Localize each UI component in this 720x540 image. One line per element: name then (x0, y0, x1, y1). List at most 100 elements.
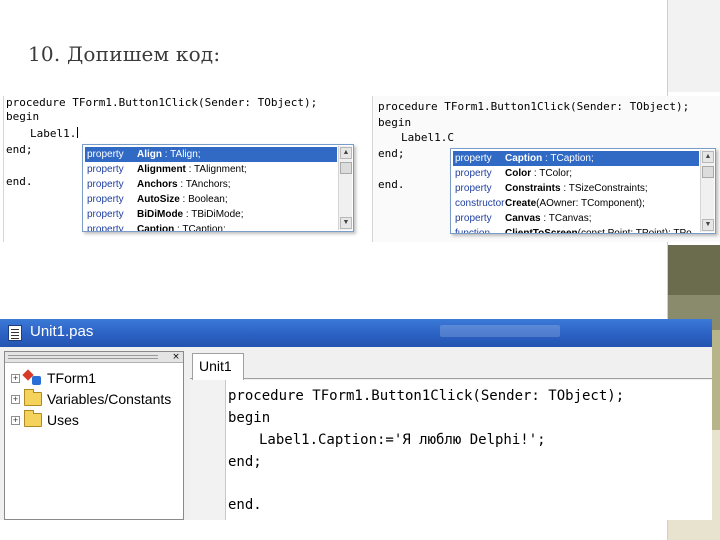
completion-kind: property (87, 149, 124, 160)
completion-item[interactable]: property Caption : TCaption; (85, 222, 337, 232)
grip-icon[interactable] (8, 355, 158, 356)
completion-type: : TAlignment; (185, 164, 247, 175)
text-caret (77, 127, 79, 138)
tree-item-label: Variables/Constants (47, 391, 172, 407)
completion-item[interactable]: property AutoSize : Boolean; (85, 192, 337, 207)
editor-tab-bar: Unit1 (190, 351, 712, 380)
completion-item[interactable]: property Caption : TCaption; (453, 151, 699, 166)
code-line: end. (6, 175, 33, 188)
popup-scrollbar[interactable]: ▲ ▼ (338, 146, 352, 230)
completion-name: Caption (505, 153, 543, 164)
completion-kind: property (455, 213, 492, 224)
completion-kind: property (87, 209, 124, 220)
completion-type: : TBiDiMode; (183, 209, 244, 220)
completion-kind: property (455, 153, 492, 164)
completion-kind: property (455, 183, 492, 194)
completion-item[interactable]: constructorCreate(AOwner: TComponent); (453, 196, 699, 211)
window-titlebar[interactable]: Unit1.pas (0, 319, 712, 347)
tree-item-label: TForm1 (47, 370, 96, 386)
scroll-thumb[interactable] (702, 166, 714, 178)
completion-type: : TColor; (531, 168, 573, 179)
code-line-current[interactable]: Label1. (30, 127, 79, 140)
completion-name: Alignment (137, 164, 186, 175)
scroll-up-arrow-icon[interactable]: ▲ (702, 151, 714, 163)
code-line-current[interactable]: Label1.C (401, 131, 454, 144)
editor-line: procedure TForm1.Button1Click(Sender: TO… (228, 388, 625, 404)
folder-icon (24, 410, 42, 427)
editor-line: end; (228, 454, 262, 470)
completion-item[interactable]: property Color : TColor; (453, 166, 699, 181)
code-line-text: Label1. (30, 127, 77, 140)
code-editor[interactable]: procedure TForm1.Button1Click(Sender: TO… (190, 380, 712, 520)
completion-item[interactable]: property Alignment : TAlignment; (85, 162, 337, 177)
completion-type: : TCanvas; (540, 213, 592, 224)
code-explorer-panel: × + TForm1 + Variables/Constants + Uses (4, 351, 184, 520)
scroll-thumb[interactable] (340, 162, 352, 174)
expand-icon[interactable]: + (11, 374, 20, 383)
expand-icon[interactable]: + (11, 395, 20, 404)
completion-name: Align (137, 149, 162, 160)
code-line: begin (378, 116, 412, 129)
completion-item[interactable]: property Anchors : TAnchors; (85, 177, 337, 192)
completion-name: Caption (137, 224, 175, 232)
completion-name: Color (505, 168, 532, 179)
completion-kind: property (87, 164, 124, 175)
completion-name: BiDiMode (137, 209, 184, 220)
completion-type: : TCaption; (542, 153, 594, 164)
completion-kind: function (455, 228, 491, 234)
expand-icon[interactable]: + (11, 416, 20, 425)
completion-name: Canvas (505, 213, 541, 224)
completion-type: : TCaption; (174, 224, 226, 232)
completion-type: : TAlign; (162, 149, 201, 160)
completion-item[interactable]: property BiDiMode : TBiDiMode; (85, 207, 337, 222)
completion-item[interactable]: property Canvas : TCanvas; (453, 211, 699, 226)
code-line: begin (6, 110, 40, 123)
completion-kind: property (87, 224, 124, 232)
close-icon[interactable]: × (171, 352, 181, 362)
editor-line: end. (228, 497, 262, 513)
ide-window: Unit1.pas × + TForm1 + Variables/Constants… (0, 319, 712, 520)
completion-type: (AOwner: TComponent); (536, 198, 645, 209)
completion-type: : Boolean; (179, 194, 228, 205)
editor-line: begin (228, 410, 271, 426)
completion-item[interactable]: property Align : TAlign; (85, 147, 337, 162)
tree-item-tform1[interactable]: + TForm1 (11, 370, 96, 390)
completion-type: : TAnchors; (177, 179, 231, 190)
completion-name: Create (505, 198, 537, 209)
completion-name: Anchors (137, 179, 178, 190)
completion-type: : TSizeConstraints; (560, 183, 648, 194)
code-line: end; (378, 147, 405, 160)
completion-item[interactable]: property Constraints : TSizeConstraints; (453, 181, 699, 196)
tree-item-label: Uses (47, 412, 79, 428)
completion-item[interactable]: function ClientToScreen(const Point: TPoi… (453, 226, 699, 234)
tree-item-uses[interactable]: + Uses (11, 410, 79, 432)
tab-unit1[interactable]: Unit1 (192, 353, 244, 380)
titlebar-blurred-text (440, 325, 560, 337)
scroll-down-arrow-icon[interactable]: ▼ (340, 217, 352, 229)
tree-item-variables[interactable]: + Variables/Constants (11, 389, 172, 411)
slide-title: 10. Допишем код: (28, 42, 221, 66)
completion-kind: property (87, 179, 124, 190)
scroll-up-arrow-icon[interactable]: ▲ (340, 147, 352, 159)
code-line: end. (378, 178, 405, 191)
folder-icon (24, 389, 42, 406)
completion-kind: property (87, 194, 124, 205)
class-icon (24, 371, 42, 385)
panel-header[interactable]: × (5, 352, 183, 363)
editor-line: Label1.Caption:='Я люблю Delphi!'; (259, 432, 546, 448)
code-line: end; (6, 143, 33, 156)
editor-gutter (190, 380, 226, 520)
code-completion-popup-1[interactable]: property Align : TAlign; property Alignment… (82, 144, 354, 232)
scroll-down-arrow-icon[interactable]: ▼ (702, 219, 714, 231)
window-title: Unit1.pas (30, 323, 94, 340)
completion-kind: property (455, 168, 492, 179)
code-line: procedure TForm1.Button1Click(Sender: TO… (378, 100, 690, 113)
unit-file-icon (8, 325, 22, 341)
completion-name: AutoSize (137, 194, 180, 205)
completion-type: (const Point: TPoint): TPo (577, 228, 692, 234)
completion-name: ClientToScreen (505, 228, 578, 234)
completion-name: Constraints (505, 183, 561, 194)
popup-scrollbar[interactable]: ▲ ▼ (700, 150, 714, 232)
completion-kind: constructor (455, 198, 505, 209)
code-completion-popup-2[interactable]: property Caption : TCaption; property Color… (450, 148, 716, 234)
